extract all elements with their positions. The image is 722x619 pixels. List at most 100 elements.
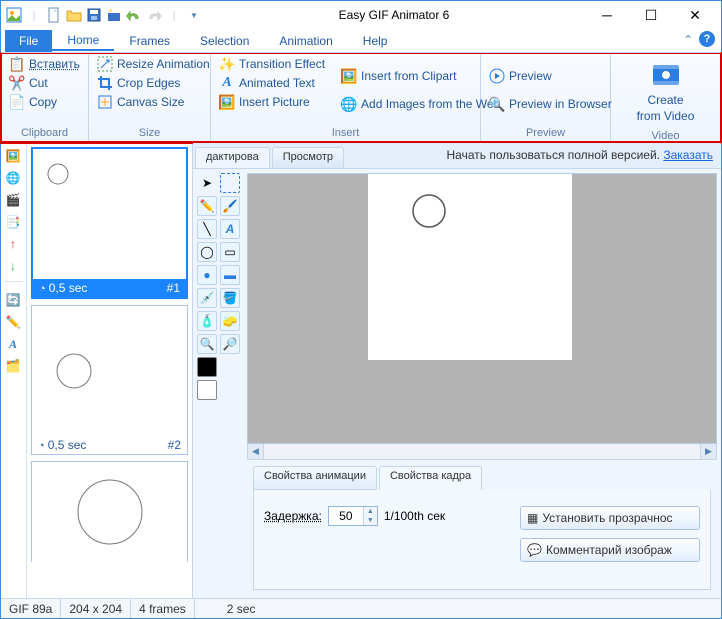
transparency-button[interactable]: ▦Установить прозрачнос: [520, 506, 700, 530]
delay-input[interactable]: [329, 507, 363, 525]
browser-button[interactable]: 🔍Preview in Browser: [485, 95, 616, 113]
marquee-tool[interactable]: [220, 173, 240, 193]
animtext-button[interactable]: A Animated Text: [215, 74, 329, 92]
color-spacer: [220, 357, 240, 377]
canvas-label: Canvas Size: [117, 95, 184, 109]
tab-help[interactable]: Help: [348, 32, 403, 50]
foreground-color[interactable]: [197, 357, 217, 377]
minimize-button[interactable]: ─: [585, 1, 629, 29]
text-tool[interactable]: A: [220, 219, 240, 239]
maximize-button[interactable]: ☐: [629, 1, 673, 29]
up-arrow-icon[interactable]: ↑: [4, 235, 22, 253]
new-icon[interactable]: [45, 6, 63, 24]
frame-props-tab[interactable]: Свойства кадра: [379, 466, 482, 490]
close-button[interactable]: ✕: [673, 1, 717, 29]
wizard-icon[interactable]: [105, 6, 123, 24]
text-tool-icon[interactable]: A: [4, 335, 22, 353]
pencil-tool[interactable]: ✏️: [197, 196, 217, 216]
fill-ellipse-tool[interactable]: ●: [197, 265, 217, 285]
tab-animation[interactable]: Animation: [264, 32, 347, 50]
zoom-out-tool[interactable]: 🔎: [220, 334, 240, 354]
file-menu[interactable]: File: [5, 30, 52, 52]
animtext-icon: A: [219, 75, 235, 91]
tool-icon[interactable]: 🔄: [4, 291, 22, 309]
line-tool[interactable]: ╲: [197, 219, 217, 239]
animtext-label: Animated Text: [239, 76, 315, 90]
video-line1: Create: [647, 93, 683, 107]
zoom-in-tool[interactable]: 🔍: [197, 334, 217, 354]
background-color[interactable]: [197, 380, 217, 400]
canvas-button[interactable]: Canvas Size: [93, 93, 214, 111]
magnify-icon: 🔍: [489, 96, 505, 112]
qat-dropdown-icon[interactable]: ▼: [185, 6, 203, 24]
crop-button[interactable]: Crop Edges: [93, 74, 214, 92]
transparency-icon: ▦: [527, 511, 538, 525]
copy-label: Copy: [29, 95, 57, 109]
cut-button[interactable]: ✂️Cut: [5, 74, 84, 92]
transition-button[interactable]: ✨Transition Effect: [215, 55, 329, 73]
paste-button[interactable]: 📋Вставить: [5, 55, 84, 73]
eyedropper-tool[interactable]: 💉: [197, 288, 217, 308]
copy-icon: 📄: [9, 94, 25, 110]
down-arrow-icon[interactable]: ↓: [4, 257, 22, 275]
delay-spinner[interactable]: ▲▼: [328, 506, 378, 526]
delay-unit: 1/100th сек: [384, 509, 445, 523]
frame-thumb[interactable]: [31, 461, 188, 562]
scroll-left-icon[interactable]: ◀: [248, 444, 264, 459]
brush-tool[interactable]: 🖌️: [220, 196, 240, 216]
fill-rect-tool[interactable]: ▬: [220, 265, 240, 285]
pointer-tool[interactable]: ➤: [197, 173, 217, 193]
eraser-tool[interactable]: 🧽: [220, 311, 240, 331]
center-area: дактирова Просмотр Начать пользоваться п…: [193, 143, 721, 598]
help-icon[interactable]: ?: [699, 31, 715, 47]
rect-tool[interactable]: ▭: [220, 242, 240, 262]
spray-tool[interactable]: 🧴: [197, 311, 217, 331]
tool-icon[interactable]: 🌐: [4, 169, 22, 187]
spin-down-icon[interactable]: ▼: [364, 516, 377, 525]
spin-up-icon[interactable]: ▲: [364, 507, 377, 516]
comment-button[interactable]: 💬Комментарий изображ: [520, 538, 700, 562]
frame-thumb[interactable]: 0,5 sec#1: [31, 147, 188, 299]
video-line2: from Video: [637, 109, 695, 123]
insertpic-label: Insert Picture: [239, 95, 310, 109]
frame-thumb[interactable]: 0,5 sec#2: [31, 305, 188, 455]
tool-icon[interactable]: 🎬: [4, 191, 22, 209]
canvas-viewport[interactable]: [247, 173, 717, 444]
scroll-right-icon[interactable]: ▶: [700, 444, 716, 459]
video-icon: [650, 59, 682, 91]
from-video-button[interactable]: Create from Video: [629, 55, 703, 128]
frame-index: #2: [168, 438, 181, 452]
order-link[interactable]: Заказать: [663, 148, 713, 162]
clipart-button[interactable]: 🖼️Insert from Clipart: [337, 67, 504, 85]
tool-icon[interactable]: ✏️: [4, 313, 22, 331]
preview-button[interactable]: Preview: [485, 67, 616, 85]
bucket-tool[interactable]: 🪣: [220, 288, 240, 308]
tab-selection[interactable]: Selection: [185, 32, 264, 50]
save-icon[interactable]: [85, 6, 103, 24]
properties-panel: Свойства анимации Свойства кадра Задержк…: [247, 460, 717, 598]
copy-button[interactable]: 📄 Copy: [5, 93, 84, 111]
resize-button[interactable]: Resize Animation: [93, 55, 214, 73]
tab-home[interactable]: Home: [52, 31, 114, 51]
tool-icon[interactable]: 📑: [4, 213, 22, 231]
preview-tab[interactable]: Просмотр: [272, 147, 344, 168]
tool-icon[interactable]: 🖼️: [4, 147, 22, 165]
open-icon[interactable]: [65, 6, 83, 24]
canvas[interactable]: [368, 174, 572, 360]
group-insert-label: Insert: [215, 125, 476, 141]
status-framecount: 4 frames: [131, 599, 195, 618]
ellipse-tool[interactable]: ◯: [197, 242, 217, 262]
insertpic-button[interactable]: 🖼️Insert Picture: [215, 93, 329, 111]
edit-tab[interactable]: дактирова: [195, 147, 270, 168]
redo-icon[interactable]: [145, 6, 163, 24]
paste-label: Вставить: [29, 57, 80, 71]
anim-props-tab[interactable]: Свойства анимации: [253, 466, 377, 490]
tool-icon[interactable]: 🗂️: [4, 357, 22, 375]
collapse-ribbon-icon[interactable]: ⌄: [683, 32, 693, 46]
window-controls: ─ ☐ ✕: [585, 1, 717, 29]
frame-duration: 0,5 sec: [39, 281, 87, 295]
undo-icon[interactable]: [125, 6, 143, 24]
webimg-button[interactable]: 🌐Add Images from the Web: [337, 95, 504, 113]
hscrollbar[interactable]: ◀ ▶: [247, 444, 717, 460]
tab-frames[interactable]: Frames: [114, 32, 185, 50]
